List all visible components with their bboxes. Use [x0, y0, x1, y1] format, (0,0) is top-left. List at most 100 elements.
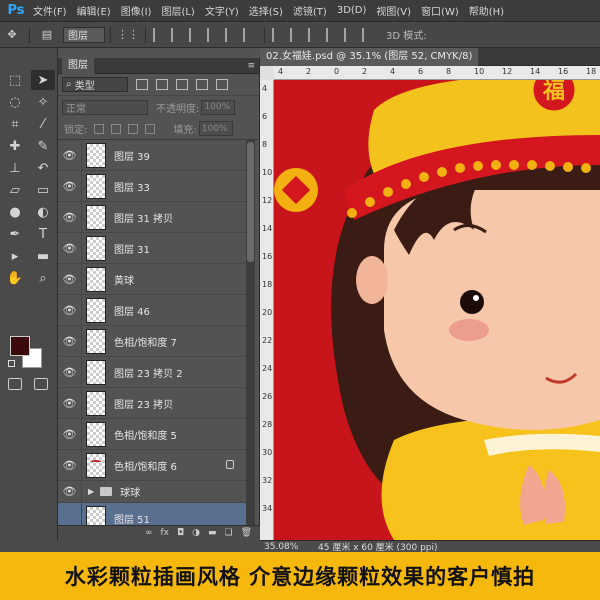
menu-layer[interactable]: 图层(L) — [156, 3, 199, 18]
layer-row[interactable]: 👁 黄球 — [58, 264, 246, 295]
crop-tool-icon[interactable]: ⌗ — [3, 114, 27, 134]
align-top-icon[interactable] — [153, 27, 167, 42]
dodge-tool-icon[interactable]: ◐ — [31, 202, 55, 222]
lock-position-icon[interactable] — [128, 123, 139, 134]
distribute-left-icon[interactable] — [326, 27, 340, 42]
quick-mask-icon[interactable] — [34, 378, 48, 390]
align-right-icon[interactable] — [243, 27, 257, 42]
type-tool-icon[interactable]: T — [31, 224, 55, 244]
eye-icon[interactable]: 👁 — [58, 481, 82, 502]
move-tool-icon[interactable]: ✥ — [3, 27, 21, 43]
distribute-bottom-icon[interactable] — [308, 27, 322, 42]
fill-field[interactable]: 100% — [198, 121, 233, 136]
history-brush-tool-icon[interactable]: ↶ — [31, 158, 55, 178]
eye-icon[interactable]: 👁 — [58, 419, 82, 449]
path-select-tool-icon[interactable]: ▸ — [3, 246, 27, 266]
shape-tool-icon[interactable]: ▬ — [31, 246, 55, 266]
lasso-tool-icon[interactable]: ◌ — [3, 92, 27, 112]
eyedropper-tool-icon[interactable]: ⁄ — [31, 114, 55, 134]
eye-icon[interactable]: 👁 — [58, 357, 82, 387]
opacity-field[interactable]: 100% — [201, 99, 236, 115]
align-middle-icon[interactable] — [171, 27, 185, 42]
layer-row[interactable]: 👁 图层 39 — [58, 140, 246, 171]
blend-mode-dropdown[interactable]: 正常 — [62, 99, 148, 115]
align-center-icon[interactable] — [225, 27, 239, 42]
transform-controls-icon[interactable]: ⋮⋮ — [117, 27, 139, 43]
menu-file[interactable]: 文件(F) — [28, 3, 72, 18]
layer-style-icon[interactable]: fx — [160, 528, 169, 538]
brush-tool-icon[interactable]: ✎ — [31, 136, 55, 156]
new-layer-icon[interactable]: ❏ — [224, 528, 232, 538]
zoom-field[interactable]: 35.08% — [260, 542, 318, 552]
menu-help[interactable]: 帮助(H) — [464, 3, 509, 18]
layer-row[interactable]: 👁 图层 33 — [58, 171, 246, 202]
menu-filter[interactable]: 滤镜(T) — [288, 3, 332, 18]
menu-select[interactable]: 选择(S) — [244, 3, 288, 18]
menu-image[interactable]: 图像(I) — [116, 3, 157, 18]
tab-layers[interactable]: 图层 — [62, 58, 94, 74]
expand-arrow-icon[interactable]: ▶ — [88, 487, 94, 496]
layers-scrollbar[interactable] — [246, 140, 255, 525]
panel-menu-icon[interactable]: ≡ — [247, 61, 255, 71]
menu-3d[interactable]: 3D(D) — [332, 5, 372, 16]
filter-shape-icon[interactable] — [196, 79, 208, 90]
eye-icon[interactable] — [58, 503, 82, 525]
menu-edit[interactable]: 编辑(E) — [72, 3, 116, 18]
filter-type-icon[interactable] — [176, 79, 188, 90]
auto-select-dropdown[interactable]: 图层 — [63, 26, 105, 43]
eraser-tool-icon[interactable]: ▱ — [3, 180, 27, 200]
layer-row[interactable]: 👁 图层 23 拷贝 — [58, 388, 246, 419]
menu-type[interactable]: 文字(Y) — [200, 3, 244, 18]
standard-mode-icon[interactable] — [8, 378, 22, 390]
layer-row[interactable]: 👁 色相/饱和度 7 — [58, 326, 246, 357]
filter-adjustment-icon[interactable] — [156, 79, 168, 90]
menu-view[interactable]: 视图(V) — [371, 3, 416, 18]
ruler-left[interactable]: 4 6 8 10 12 14 16 18 20 22 24 26 28 30 32 34 — [260, 80, 274, 540]
layer-row[interactable]: 👁 图层 31 拷贝 — [58, 202, 246, 233]
marquee-tool-icon[interactable]: ⬚ — [3, 70, 27, 90]
eye-icon[interactable]: 👁 — [58, 264, 82, 294]
eye-icon[interactable]: 👁 — [58, 326, 82, 356]
layer-row[interactable]: 👁 色相/饱和度 5 — [58, 419, 246, 450]
layer-row[interactable]: 👁 色相/饱和度 6 — [58, 450, 246, 481]
foreground-color-swatch[interactable] — [10, 336, 30, 356]
auto-select-icon[interactable]: ▤ — [38, 27, 56, 43]
document-tab[interactable]: 02.女福娃.psd @ 35.1% (图层 52, CMYK/8) — [260, 48, 479, 66]
eye-icon[interactable]: 👁 — [58, 140, 82, 170]
filter-type-dropdown[interactable]: ⌕ 类型 — [62, 77, 128, 92]
eye-icon[interactable]: 👁 — [58, 233, 82, 263]
healing-tool-icon[interactable]: ✚ — [3, 136, 27, 156]
eye-icon[interactable]: 👁 — [58, 171, 82, 201]
lock-transparent-icon[interactable] — [94, 123, 105, 134]
adjustment-layer-icon[interactable]: ◑ — [192, 528, 200, 538]
scrollbar-thumb[interactable] — [247, 142, 254, 262]
layer-row[interactable]: 👁 图层 46 — [58, 295, 246, 326]
align-bottom-icon[interactable] — [189, 27, 203, 42]
ruler-corner[interactable] — [260, 66, 274, 80]
distribute-middle-icon[interactable] — [290, 27, 304, 42]
filter-smart-object-icon[interactable] — [216, 79, 228, 90]
align-left-icon[interactable] — [207, 27, 221, 42]
add-mask-icon[interactable]: ◘ — [177, 528, 184, 538]
distribute-center-icon[interactable] — [344, 27, 358, 42]
eye-icon[interactable]: 👁 — [58, 202, 82, 232]
lock-image-icon[interactable] — [111, 123, 122, 134]
eye-icon[interactable]: 👁 — [58, 450, 82, 480]
document-canvas[interactable]: 福 — [274, 80, 600, 540]
magic-wand-tool-icon[interactable]: ✧ — [31, 92, 55, 112]
delete-layer-icon[interactable]: 🗑 — [241, 528, 252, 538]
distribute-top-icon[interactable] — [272, 27, 286, 42]
gradient-tool-icon[interactable]: ▭ — [31, 180, 55, 200]
pen-tool-icon[interactable]: ✒ — [3, 224, 27, 244]
layer-row[interactable]: 👁 图层 23 拷贝 2 — [58, 357, 246, 388]
move-tool-icon[interactable]: ➤ — [31, 70, 55, 90]
ruler-top[interactable]: 4 2 0 2 4 6 8 10 12 14 16 18 — [274, 66, 600, 80]
blur-tool-icon[interactable]: ● — [3, 202, 27, 222]
new-group-icon[interactable]: ▬ — [208, 528, 217, 538]
layer-row[interactable]: 👁 图层 31 — [58, 233, 246, 264]
menu-window[interactable]: 窗口(W) — [416, 3, 464, 18]
link-layers-icon[interactable]: ∞ — [145, 528, 153, 538]
filter-pixel-icon[interactable] — [136, 79, 148, 90]
layer-row-selected[interactable]: 图层 51 — [58, 503, 246, 525]
lock-all-icon[interactable] — [145, 123, 156, 134]
